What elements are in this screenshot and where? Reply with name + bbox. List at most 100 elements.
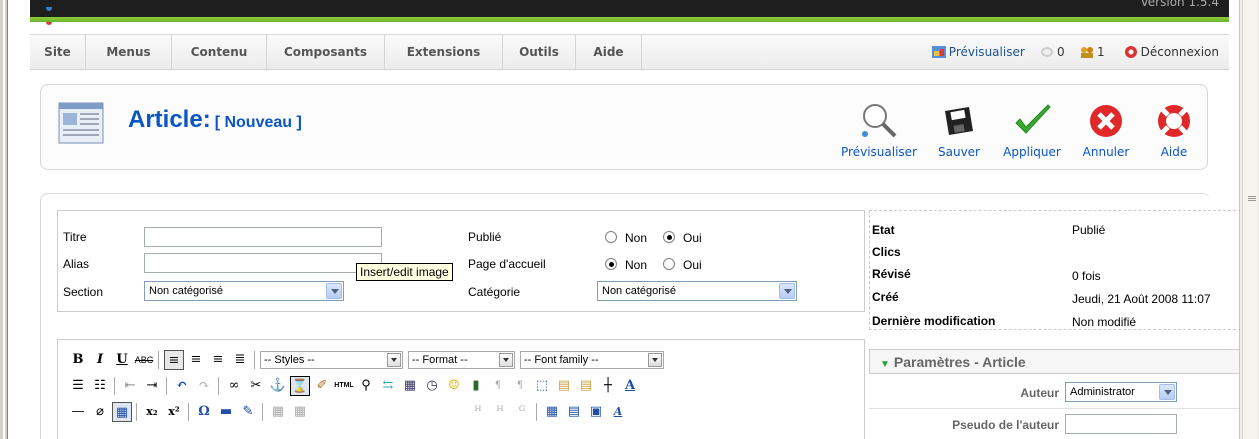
bullet-list-icon[interactable]: ☰ (68, 376, 88, 396)
move-backward-icon[interactable]: ▤ (576, 376, 596, 396)
menu-aide[interactable]: Aide (576, 35, 642, 69)
align-right-icon[interactable]: ≡ (208, 350, 228, 370)
cleanup-icon[interactable]: ✐ (312, 376, 332, 396)
article-parameters-panel: ▼ Paramètres - Article Auteur Administrat… (869, 349, 1241, 439)
strikethrough-icon[interactable]: ABC (134, 350, 154, 370)
menu-outils[interactable]: Outils (503, 35, 576, 69)
alias-label: Alias (63, 257, 90, 271)
align-justify-icon[interactable]: ≣ (230, 350, 250, 370)
messages-count: 0 (1057, 45, 1065, 59)
table-icon[interactable]: ▦ (268, 402, 288, 422)
move-forward-icon[interactable]: ▤ (554, 376, 574, 396)
published-yes-radio[interactable] (663, 231, 675, 243)
apply-button[interactable]: Appliquer (999, 101, 1065, 159)
ltr-icon[interactable]: ¶ (488, 376, 508, 396)
users-icon (1080, 47, 1093, 58)
horizontal-rule-icon[interactable]: — (68, 402, 88, 422)
preview-editor-icon[interactable]: ▤ (564, 402, 584, 422)
anchor-icon[interactable]: ⚓ (268, 376, 288, 396)
outdent-icon[interactable]: ⇤ (120, 376, 140, 396)
find-icon[interactable]: ⚲ (356, 376, 376, 396)
format-select[interactable]: -- Format -- (408, 351, 515, 369)
preview-button[interactable]: Prévisualiser (837, 101, 921, 159)
cree-label: Créé (872, 290, 899, 304)
etat-value: Publié (1072, 223, 1106, 237)
html-icon[interactable]: HTML (334, 376, 354, 396)
menu-extensions[interactable]: Extensions (385, 35, 503, 69)
link-icon[interactable]: ∞ (224, 376, 244, 396)
redo-icon[interactable]: ↷ (194, 376, 214, 396)
menu-site[interactable]: Site (30, 35, 86, 69)
remove-format-icon[interactable]: ⌀ (90, 402, 110, 422)
align-left-icon[interactable]: ≡ (164, 350, 184, 370)
numbered-list-icon[interactable]: ☷ (90, 376, 110, 396)
merge-cells-icon[interactable]: ᴴ (468, 402, 488, 422)
superscript-icon[interactable]: x² (164, 402, 184, 422)
menu-menus[interactable]: Menus (86, 35, 172, 69)
alias-input[interactable] (144, 253, 382, 273)
insert-date-icon[interactable]: ▦ (400, 376, 420, 396)
logout-link[interactable]: Déconnexion (1124, 45, 1219, 59)
indent-icon[interactable]: ⇥ (142, 376, 162, 396)
pagebreak-icon[interactable]: ✎ (238, 402, 258, 422)
revise-value: 0 fois (1072, 269, 1101, 283)
magnifier-icon (862, 104, 897, 138)
forecolor-icon[interactable]: A (620, 376, 640, 396)
author-select[interactable]: Administrator (1065, 382, 1177, 402)
help-button[interactable]: Aide (1154, 101, 1194, 159)
underline-icon[interactable]: U (112, 350, 132, 370)
author-alias-label: Pseudo de l'auteur (952, 418, 1059, 432)
lifebuoy-icon (1158, 105, 1190, 137)
title-input[interactable] (144, 227, 382, 247)
menu-composants[interactable]: Composants (267, 35, 385, 69)
cancel-icon (1090, 105, 1122, 137)
frontpage-yes-radio[interactable] (663, 258, 675, 270)
layer-icon[interactable]: ⬚ (532, 376, 552, 396)
italic-icon[interactable]: I (90, 350, 110, 370)
preview-icon (931, 46, 946, 58)
charmap-icon[interactable]: Ω (194, 402, 214, 422)
undo-icon[interactable]: ↶ (172, 376, 192, 396)
replace-icon[interactable]: ⇆ (378, 376, 398, 396)
preview-link[interactable]: Prévisualiser (931, 45, 1029, 59)
frontpage-yes-label: Oui (683, 258, 702, 272)
vertical-scrollbar[interactable] (1239, 0, 1259, 439)
menu-contenu[interactable]: Contenu (172, 35, 267, 69)
visual-aid-icon[interactable]: ▦ (112, 402, 132, 422)
messages-icon (1041, 47, 1054, 57)
modif-value: Non modifié (1072, 315, 1137, 329)
window-left-edge (0, 0, 8, 439)
author-alias-input[interactable] (1065, 414, 1177, 434)
cancel-button[interactable]: Annuler (1078, 101, 1134, 159)
media-icon[interactable]: ▮ (466, 376, 486, 396)
subscript-icon[interactable]: x₂ (142, 402, 162, 422)
emoticons-icon[interactable]: ☺ (444, 376, 464, 396)
image-icon[interactable]: ⌛ (290, 376, 310, 396)
insert-time-icon[interactable]: ◷ (422, 376, 442, 396)
absolute-icon[interactable]: ┼ (598, 376, 618, 396)
split-cells-icon[interactable]: ᴴ (490, 402, 510, 422)
delete-row-icon[interactable]: ᴳ (512, 402, 532, 422)
parameters-header[interactable]: ▼ Paramètres - Article (869, 349, 1241, 374)
print-icon[interactable]: ▣ (586, 402, 606, 422)
category-select[interactable]: Non catégorisé (597, 281, 797, 301)
frontpage-no-radio[interactable] (605, 258, 617, 270)
page-title: Article:[ Nouveau ] (128, 106, 302, 133)
align-center-icon[interactable]: ≡ (186, 350, 206, 370)
fontfamily-select[interactable]: -- Font family -- (520, 351, 664, 369)
styles-select[interactable]: -- Styles -- (260, 351, 403, 369)
cree-value: Jeudi, 21 Août 2008 11:07 (1072, 292, 1211, 306)
styleprops-icon[interactable]: A (608, 402, 628, 422)
readmore-icon[interactable]: ▬ (216, 402, 236, 422)
table-props-icon[interactable]: ▦ (290, 402, 310, 422)
save-button[interactable]: Sauver (934, 101, 984, 159)
section-select[interactable]: Non catégorisé (144, 281, 344, 301)
fullscreen-icon[interactable]: ▦ (542, 402, 562, 422)
floppy-icon (945, 107, 973, 135)
unlink-icon[interactable]: ✂ (246, 376, 266, 396)
scrollbar-thumb[interactable] (1242, 0, 1257, 439)
bold-icon[interactable]: B (68, 350, 88, 370)
tinymce-editor: B I U ABC ≡ ≡ ≡ ≣ -- Styles -- -- Format… (57, 339, 865, 439)
published-no-radio[interactable] (605, 231, 617, 243)
rtl-icon[interactable]: ¶ (510, 376, 530, 396)
